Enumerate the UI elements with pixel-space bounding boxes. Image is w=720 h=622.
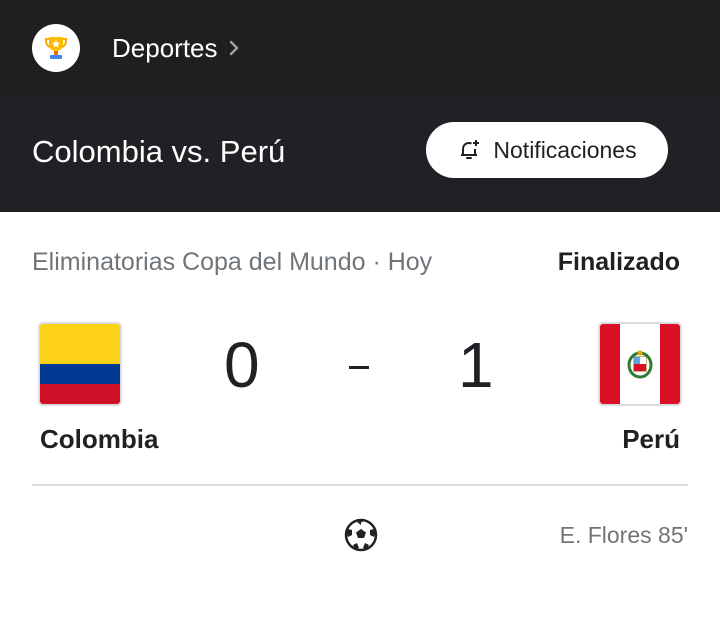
peru-flag-icon[interactable] — [598, 322, 682, 406]
sports-logo[interactable] — [32, 24, 80, 72]
top-app-bar: Deportes — [0, 0, 720, 96]
notifications-button[interactable]: Notificaciones — [426, 122, 668, 178]
page-title: Colombia vs. Perú — [32, 134, 286, 169]
soccer-ball-icon — [344, 518, 378, 557]
away-team-name[interactable]: Perú — [622, 424, 680, 455]
competition-label: Eliminatorias Copa del Mundo · Hoy — [32, 248, 433, 276]
breadcrumb-label: Deportes — [112, 32, 218, 63]
match-status: Finalizado — [557, 248, 680, 276]
home-team-name[interactable]: Colombia — [40, 424, 158, 455]
colombia-flag-icon[interactable] — [38, 322, 122, 406]
breadcrumb-sports[interactable]: Deportes — [112, 30, 240, 66]
trophy-icon — [45, 37, 67, 59]
chevron-right-icon — [228, 39, 240, 57]
away-score: 1 — [458, 329, 494, 401]
home-score: 0 — [224, 329, 260, 401]
bell-add-icon — [461, 140, 480, 159]
divider — [32, 484, 688, 486]
goal-scorer: E. Flores 85' — [559, 522, 688, 548]
score-separator — [349, 366, 369, 369]
notifications-label: Notificaciones — [493, 136, 637, 163]
